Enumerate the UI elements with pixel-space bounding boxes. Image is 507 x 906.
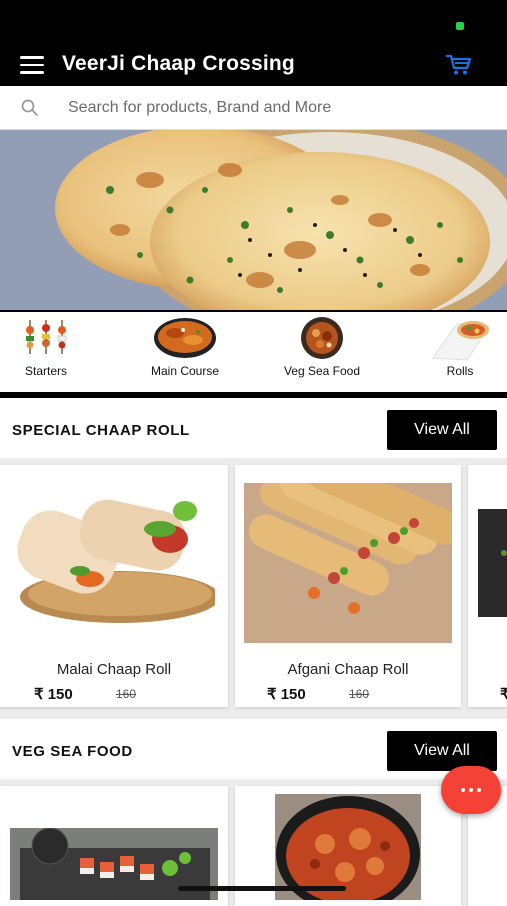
product-price: ₹ 150 (34, 686, 73, 703)
skewers-icon (26, 320, 67, 354)
category-rolls[interactable]: Rolls (424, 312, 496, 392)
more-dots-icon (477, 788, 481, 792)
category-label: Starters (24, 364, 67, 378)
wrap-roll-icon (432, 321, 490, 361)
category-label: Main Course (150, 364, 220, 378)
category-label: Veg Sea Food (283, 364, 361, 378)
seafood-plate-icon (301, 317, 343, 359)
hamburger-menu-icon[interactable] (20, 56, 44, 74)
more-options-fab[interactable] (441, 766, 501, 814)
more-dots-icon (461, 788, 465, 792)
seafood-curry-image (275, 794, 421, 900)
category-strip: Starters Main Course Veg Sea Food Rolls (0, 310, 507, 398)
product-image-partial (478, 509, 507, 617)
more-dots-icon (469, 788, 473, 792)
product-original-price: 160 (349, 687, 370, 701)
search-input[interactable] (68, 96, 488, 120)
product-price: ₹ 150 (267, 686, 306, 703)
search-icon (21, 99, 38, 116)
view-all-button[interactable]: View All (387, 410, 497, 450)
search-bar[interactable] (0, 86, 507, 130)
afgani-chaap-roll-image (244, 483, 452, 643)
product-name: Afgani Chaap Roll (287, 661, 409, 678)
category-main-course[interactable]: Main Course (140, 312, 230, 392)
category-label: Rolls (446, 364, 474, 378)
section-title: VEG SEA FOOD (12, 743, 133, 760)
malai-chaap-roll-image (10, 499, 215, 629)
promo-banner-naan[interactable] (0, 130, 507, 310)
shopping-cart-icon[interactable] (446, 54, 472, 76)
product-card-malai-chaap-roll[interactable]: Malai Chaap Roll ₹ 150 160 (0, 465, 228, 707)
section-header-veg-sea-food: VEG SEA FOOD View All (0, 719, 507, 779)
view-all-button[interactable]: View All (387, 731, 497, 771)
status-indicator (456, 22, 464, 30)
product-card-partial[interactable]: ₹ (468, 465, 507, 707)
product-name: Malai Chaap Roll (56, 661, 172, 678)
app-title: VeerJi Chaap Crossing (62, 52, 295, 75)
section-header-special-chaap-roll: SPECIAL CHAAP ROLL View All (0, 398, 507, 458)
product-price: ₹ (500, 686, 507, 703)
home-indicator[interactable] (178, 886, 346, 891)
curry-bowl-icon (154, 318, 216, 358)
product-card-afgani-chaap-roll[interactable]: Afgani Chaap Roll ₹ 150 160 (235, 465, 461, 707)
category-starters[interactable]: Starters (6, 312, 86, 392)
naan-banner-image (0, 130, 507, 310)
app-header: VeerJi Chaap Crossing (0, 0, 507, 86)
product-original-price: 160 (116, 687, 137, 701)
section-title: SPECIAL CHAAP ROLL (12, 422, 190, 439)
category-veg-sea-food[interactable]: Veg Sea Food (276, 312, 368, 392)
